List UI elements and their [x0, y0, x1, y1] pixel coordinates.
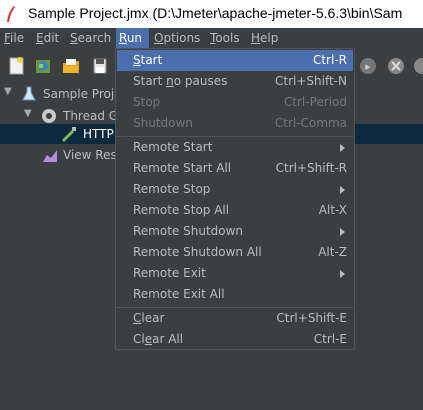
submenu-arrow-icon	[340, 228, 345, 236]
shortcut-label: Ctrl+Shift-E	[276, 311, 347, 325]
run-menu-remote-shutdown[interactable]: Remote Shutdown	[117, 221, 353, 242]
run-menu-clear[interactable]: Clear Ctrl+Shift-E	[117, 308, 353, 329]
menu-item-label: Start	[133, 53, 163, 67]
menu-options[interactable]: Options	[152, 28, 202, 48]
chart-icon	[43, 150, 57, 162]
menu-options-rest: ptions	[163, 31, 201, 45]
menu-edit-mnemonic: E	[36, 31, 44, 45]
menu-tools[interactable]: Tools	[208, 28, 242, 48]
expand-toggle-icon[interactable]: ▼	[24, 108, 32, 119]
menu-item-label: Remote Exit	[133, 266, 206, 280]
gear-icon	[42, 109, 56, 123]
pipette-icon	[62, 127, 76, 142]
menu-item-label: Shutdown	[133, 116, 193, 130]
shortcut-label: Alt-X	[318, 203, 347, 217]
run-menu-dropdown: Start Ctrl-R Start no pauses Ctrl+Shift-…	[115, 48, 355, 350]
run-menu-start[interactable]: Start Ctrl-R	[117, 50, 353, 71]
remote-clear-icon[interactable]	[412, 56, 423, 76]
submenu-arrow-icon	[340, 186, 345, 194]
submenu-arrow-icon	[340, 270, 345, 278]
run-menu-remote-stop-all[interactable]: Remote Stop All Alt-X	[117, 200, 353, 221]
menu-help[interactable]: Help	[249, 28, 280, 48]
run-menu-stop: Stop Ctrl-Period	[117, 92, 353, 113]
run-menu-remote-stop[interactable]: Remote Stop	[117, 179, 353, 200]
menu-edit-rest: dit	[43, 31, 60, 45]
menu-run[interactable]: Run	[116, 28, 149, 48]
open-folder-icon[interactable]	[62, 56, 80, 76]
run-menu-shutdown: Shutdown Ctrl-Comma	[117, 113, 353, 134]
menu-item-label: Remote Start All	[133, 161, 232, 175]
window-title: Sample Project.jmx (D:\Jmeter\apache-jme…	[28, 5, 403, 21]
menu-tools-rest: ools	[215, 31, 240, 45]
run-menu-remote-start[interactable]: Remote Start	[117, 137, 353, 158]
menu-item-label: Clear	[133, 311, 165, 325]
shortcut-label: Ctrl-R	[312, 53, 347, 67]
svg-text:▶: ▶	[365, 63, 371, 71]
menu-item-label: Start no pauses	[133, 74, 228, 88]
new-file-icon[interactable]	[8, 56, 26, 76]
menu-run-rest: un	[126, 31, 143, 45]
submenu-arrow-icon	[340, 144, 345, 152]
remote-start-icon[interactable]: ▶	[358, 56, 378, 76]
run-menu-remote-exit[interactable]: Remote Exit	[117, 263, 353, 284]
menu-item-label: Clear All	[133, 332, 184, 346]
save-icon[interactable]	[92, 56, 110, 76]
run-menu-clear-all[interactable]: Clear All Ctrl-E	[117, 329, 353, 350]
shortcut-label: Ctrl-E	[313, 332, 347, 346]
menu-item-label: Remote Stop	[133, 182, 211, 196]
shortcut-label: Ctrl-Period	[283, 95, 347, 109]
templates-icon[interactable]	[34, 56, 52, 76]
run-menu-start-no-pauses[interactable]: Start no pauses Ctrl+Shift-N	[117, 71, 353, 92]
menu-item-label: Stop	[133, 95, 161, 109]
run-menu-remote-exit-all[interactable]: Remote Exit All	[117, 284, 353, 305]
menu-search-mnemonic: S	[70, 31, 78, 45]
menu-bar: File Edit Search Run Options Tools Help	[0, 28, 423, 48]
shortcut-label: Alt-Z	[318, 245, 347, 259]
flask-icon	[22, 86, 36, 101]
menu-edit[interactable]: Edit	[34, 28, 61, 48]
run-menu-remote-shutdown-all[interactable]: Remote Shutdown All Alt-Z	[117, 242, 353, 263]
menu-help-rest: elp	[260, 31, 279, 45]
menu-file[interactable]: File	[2, 28, 26, 48]
shortcut-label: Ctrl+Shift-N	[275, 74, 347, 88]
tree-item-label: HTTP	[83, 127, 114, 141]
menu-item-label: Remote Stop All	[133, 203, 230, 217]
expand-toggle-icon[interactable]: ▼	[4, 86, 12, 97]
menu-item-label: Remote Exit All	[133, 287, 225, 301]
shortcut-label: Ctrl+Shift-R	[275, 161, 347, 175]
menu-run-mnemonic: R	[119, 31, 127, 45]
shortcut-label: Ctrl-Comma	[274, 116, 347, 130]
jmeter-feather-icon	[7, 6, 15, 22]
window-title-bar: Sample Project.jmx (D:\Jmeter\apache-jme…	[0, 0, 423, 28]
menu-search-rest: earch	[77, 31, 112, 45]
run-menu-remote-start-all[interactable]: Remote Start All Ctrl+Shift-R	[117, 158, 353, 179]
menu-item-label: Remote Shutdown All	[133, 245, 262, 259]
menu-search[interactable]: Search	[68, 28, 113, 48]
menu-file-rest: ile	[10, 31, 25, 45]
menu-item-label: Remote Start	[133, 140, 213, 154]
remote-stop-icon[interactable]	[386, 56, 406, 76]
menu-item-label: Remote Shutdown	[133, 224, 244, 238]
menu-help-mnemonic: H	[251, 31, 261, 45]
